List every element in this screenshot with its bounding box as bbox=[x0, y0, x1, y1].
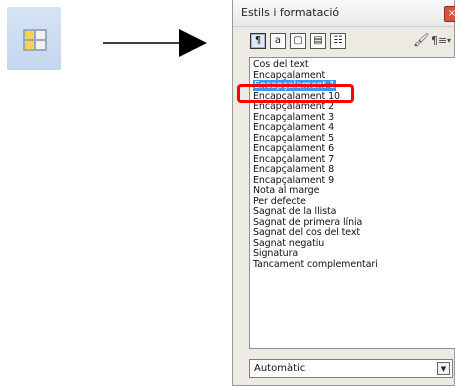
frame-styles-button[interactable]: ▢ bbox=[290, 33, 306, 49]
close-button[interactable]: × bbox=[444, 6, 455, 22]
dropdown-arrow-icon[interactable]: ▼ bbox=[437, 362, 450, 375]
list-item[interactable]: Tancament complementari bbox=[253, 259, 378, 271]
new-style-from-selection-icon[interactable]: ¶≡ bbox=[431, 34, 447, 47]
chevron-down-icon[interactable]: ▾ bbox=[447, 36, 451, 45]
filter-value: Automàtic bbox=[254, 363, 306, 374]
list-styles-button[interactable]: ☷ bbox=[330, 33, 346, 49]
styles-toolbar: ¶ a ▢ ▤ ☷ 🖌 ¶≡ ▾ bbox=[233, 26, 454, 56]
page-styles-button[interactable]: ▤ bbox=[310, 33, 326, 49]
selection-highlight-annotation bbox=[237, 84, 354, 103]
paragraph-styles-button[interactable]: ¶ bbox=[250, 33, 266, 49]
character-styles-button[interactable]: a bbox=[270, 33, 286, 49]
dialog-title: Estils i formatació bbox=[241, 6, 340, 19]
styles-grid-icon bbox=[23, 29, 47, 51]
fill-format-mode-icon[interactable]: 🖌 bbox=[413, 33, 430, 48]
style-filter-select[interactable]: Automàtic ▼ bbox=[249, 359, 453, 378]
styles-formatting-dialog: Estils i formatació × ¶ a ▢ ▤ ☷ 🖌 ¶≡ ▾ C… bbox=[232, 0, 455, 386]
pointer-arrow-icon bbox=[103, 29, 207, 57]
styles-formatting-toolbar-icon[interactable] bbox=[7, 7, 61, 70]
dialog-titlebar[interactable]: Estils i formatació × bbox=[233, 0, 455, 27]
close-icon: × bbox=[447, 8, 455, 19]
